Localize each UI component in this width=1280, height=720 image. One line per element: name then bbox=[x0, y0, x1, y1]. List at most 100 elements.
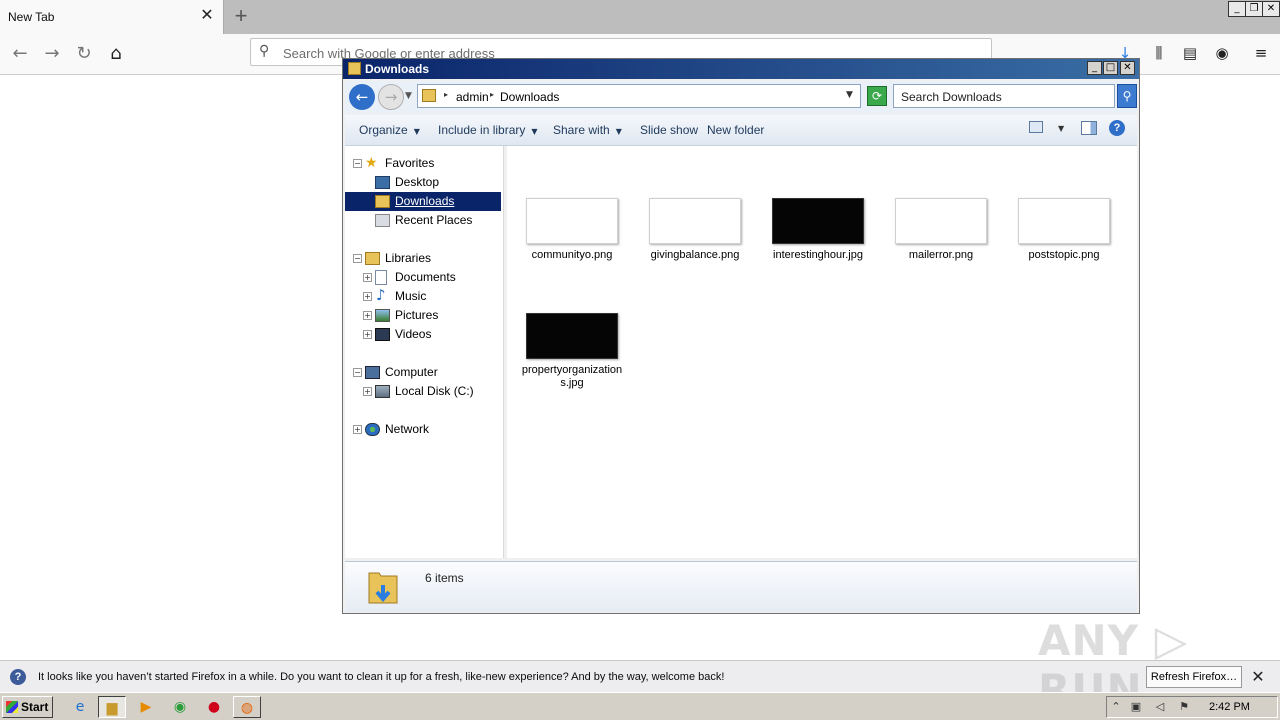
taskbar: Start e ▆ ▶ ◉ ● ◍ ⌃ ▣ ◁ ⚑ 2:42 PM bbox=[0, 692, 1280, 720]
nav-music[interactable]: + ♪ Music bbox=[345, 287, 503, 306]
explorer-maximize-button[interactable]: □ bbox=[1103, 61, 1118, 75]
browser-close-button[interactable]: ✕ bbox=[1262, 1, 1280, 17]
file-thumbnail bbox=[772, 198, 864, 244]
preview-pane-icon[interactable] bbox=[1081, 121, 1097, 135]
expand-icon[interactable]: + bbox=[363, 311, 372, 320]
search-icon[interactable]: ⚲ bbox=[1117, 84, 1137, 108]
nav-desktop[interactable]: Desktop bbox=[345, 173, 503, 192]
expand-icon[interactable]: + bbox=[363, 330, 372, 339]
collapse-icon[interactable]: − bbox=[353, 159, 362, 168]
music-note-icon: ♪ bbox=[376, 286, 386, 304]
clock[interactable]: 2:42 PM bbox=[1209, 701, 1250, 713]
nav-network[interactable]: + Network bbox=[345, 420, 503, 439]
collapse-icon[interactable]: − bbox=[353, 254, 362, 263]
breadcrumb-admin[interactable]: admin bbox=[456, 90, 489, 104]
explorer-minimize-button[interactable]: _ bbox=[1087, 61, 1102, 75]
explorer-command-bar: Organize ▼ Include in library ▼ Share with… bbox=[345, 115, 1137, 146]
downloads-folder-icon bbox=[368, 572, 398, 604]
chevron-down-icon: ▼ bbox=[413, 127, 420, 136]
recent-places-icon bbox=[375, 214, 390, 227]
explorer-address-bar[interactable]: ▸ admin ▸ Downloads ▼ bbox=[417, 84, 861, 108]
collapse-icon[interactable]: − bbox=[353, 368, 362, 377]
expand-icon[interactable]: + bbox=[363, 292, 372, 301]
file-thumbnail bbox=[526, 198, 618, 244]
expand-icon[interactable]: + bbox=[353, 425, 362, 434]
folder-icon bbox=[348, 62, 361, 75]
expand-icon[interactable]: + bbox=[363, 387, 372, 396]
chrome-icon[interactable]: ◉ bbox=[166, 696, 194, 718]
library-icon[interactable]: ⫼ bbox=[1148, 42, 1170, 64]
explorer-search-input[interactable]: Search Downloads bbox=[893, 84, 1115, 108]
new-folder-button[interactable]: New folder bbox=[707, 123, 764, 137]
explorer-back-icon[interactable]: ← bbox=[349, 84, 375, 110]
explorer-address-row: ← → ▼ ▸ admin ▸ Downloads ▼ ⟳ Search Dow… bbox=[345, 81, 1137, 113]
start-button[interactable]: Start bbox=[2, 696, 53, 718]
explorer-forward-icon[interactable]: → bbox=[378, 84, 404, 110]
expand-icon[interactable]: + bbox=[363, 273, 372, 282]
file-thumbnail bbox=[1018, 198, 1110, 244]
tab-new-tab[interactable]: New Tab ✕ bbox=[0, 0, 224, 34]
file-list-pane: communityo.png givingbalance.png interes… bbox=[507, 146, 1137, 558]
address-dropdown-icon[interactable]: ▼ bbox=[846, 90, 853, 100]
change-view-icon[interactable] bbox=[1029, 121, 1043, 133]
view-options-chevron-icon[interactable]: ▼ bbox=[1058, 124, 1064, 133]
explorer-title: Downloads bbox=[365, 62, 430, 76]
slide-show-button[interactable]: Slide show bbox=[640, 123, 698, 137]
nav-videos[interactable]: + Videos bbox=[345, 325, 503, 344]
explorer-titlebar[interactable]: Downloads _ □ ✕ bbox=[343, 59, 1139, 79]
libraries-icon bbox=[365, 252, 380, 265]
action-center-flag-icon[interactable]: ⚑ bbox=[1177, 700, 1191, 714]
breadcrumb-downloads[interactable]: Downloads bbox=[500, 90, 559, 104]
network-icon[interactable]: ▣ bbox=[1129, 700, 1143, 714]
breadcrumb-chevron-icon[interactable]: ▸ bbox=[444, 90, 448, 99]
browser-restore-button[interactable]: ❐ bbox=[1245, 1, 1263, 17]
internet-explorer-icon[interactable]: e bbox=[66, 696, 94, 718]
nav-documents[interactable]: + Documents bbox=[345, 268, 503, 287]
chevron-down-icon: ▼ bbox=[531, 127, 538, 136]
include-in-library-button[interactable]: Include in library ▼ bbox=[438, 123, 538, 137]
account-icon[interactable]: ◉ bbox=[1211, 42, 1233, 64]
help-icon[interactable]: ? bbox=[1109, 120, 1125, 136]
file-thumbnail bbox=[526, 313, 618, 359]
nav-libraries[interactable]: − Libraries bbox=[345, 249, 503, 268]
explorer-close-button[interactable]: ✕ bbox=[1120, 61, 1135, 75]
forward-arrow-icon[interactable]: → bbox=[38, 40, 66, 68]
media-player-icon[interactable]: ▶ bbox=[132, 696, 160, 718]
nav-favorites[interactable]: − ★ Favorites bbox=[345, 154, 503, 173]
chevron-down-icon: ▼ bbox=[615, 127, 622, 136]
tab-close-icon[interactable]: ✕ bbox=[198, 6, 216, 26]
volume-icon[interactable]: ◁ bbox=[1153, 700, 1167, 714]
file-explorer-icon[interactable]: ▆ bbox=[98, 696, 126, 718]
star-icon: ★ bbox=[365, 154, 378, 170]
browser-tab-strip: New Tab ✕ + _ ❐ ✕ bbox=[0, 0, 1280, 34]
start-label: Start bbox=[21, 700, 49, 714]
sidebar-icon[interactable]: ▤ bbox=[1179, 42, 1201, 64]
breadcrumb-chevron-icon[interactable]: ▸ bbox=[490, 90, 494, 99]
search-icon: ⚲ bbox=[259, 43, 270, 59]
nav-downloads[interactable]: Downloads bbox=[345, 192, 501, 211]
hard-disk-icon bbox=[375, 385, 390, 398]
recent-pages-chevron-icon[interactable]: ▼ bbox=[405, 91, 412, 101]
file-name: interestinghour.jpg bbox=[773, 249, 863, 261]
home-icon[interactable]: ⌂ bbox=[102, 40, 130, 68]
nav-local-disk[interactable]: + Local Disk (C:) bbox=[345, 382, 503, 401]
share-with-button[interactable]: Share with ▼ bbox=[553, 123, 622, 137]
nav-recent-places[interactable]: Recent Places bbox=[345, 211, 503, 230]
file-thumbnail bbox=[649, 198, 741, 244]
menu-hamburger-icon[interactable]: ≡ bbox=[1250, 42, 1272, 64]
show-hidden-icons-chevron-icon[interactable]: ⌃ bbox=[1109, 700, 1123, 714]
organize-button[interactable]: Organize ▼ bbox=[359, 123, 420, 137]
new-tab-button[interactable]: + bbox=[230, 3, 252, 29]
reload-icon[interactable]: ↻ bbox=[70, 40, 98, 68]
opera-icon[interactable]: ● bbox=[200, 696, 228, 718]
downloads-folder-icon bbox=[375, 195, 390, 208]
back-arrow-icon[interactable]: ← bbox=[6, 40, 34, 68]
nav-pictures[interactable]: + Pictures bbox=[345, 306, 503, 325]
item-count: 6 items bbox=[425, 571, 464, 585]
file-name: communityo.png bbox=[531, 249, 613, 261]
refresh-icon[interactable]: ⟳ bbox=[867, 86, 887, 106]
browser-minimize-button[interactable]: _ bbox=[1228, 1, 1246, 17]
tab-title: New Tab bbox=[8, 10, 55, 24]
nav-computer[interactable]: − Computer bbox=[345, 363, 503, 382]
firefox-icon[interactable]: ◍ bbox=[233, 696, 261, 718]
